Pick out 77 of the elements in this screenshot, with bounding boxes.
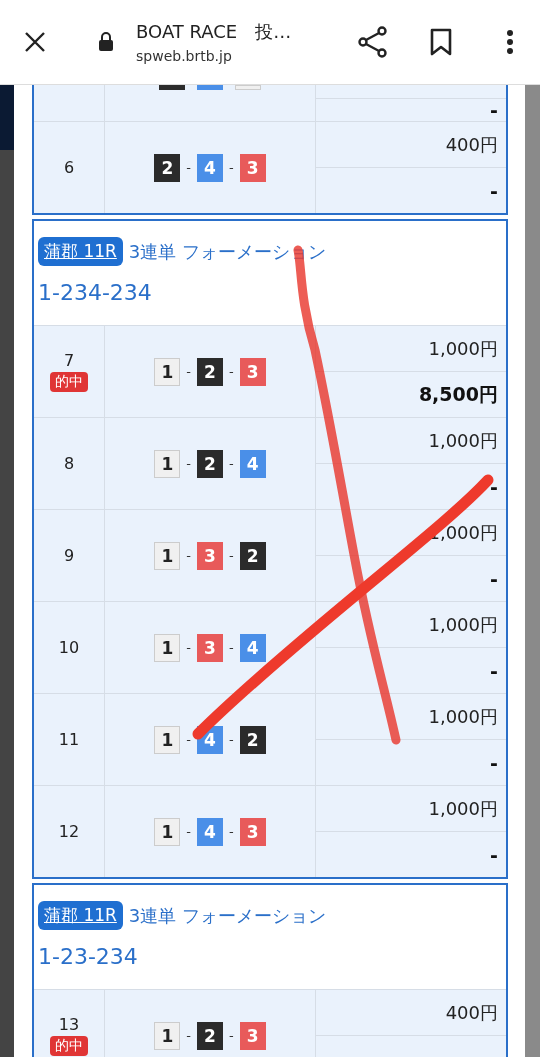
- payout: -: [490, 659, 498, 682]
- boat-number: 3: [239, 817, 266, 846]
- boat-number: 2: [239, 725, 266, 754]
- bet-number: 11: [58, 730, 80, 749]
- payout: -: [490, 99, 498, 121]
- payout: -: [490, 179, 498, 202]
- boat-number: 2: [197, 1021, 223, 1050]
- bet-amount: 1,000円: [428, 428, 498, 453]
- boat-number: 4: [197, 153, 223, 182]
- bet-amount: 400円: [445, 132, 498, 157]
- separator: -: [229, 640, 234, 655]
- separator: -: [186, 732, 191, 747]
- close-icon[interactable]: [24, 31, 46, 53]
- boat-number: 2: [239, 541, 266, 570]
- bet-type: 3連単 フォーメーション: [128, 903, 327, 928]
- boat-number: 1: [154, 541, 181, 570]
- separator: -: [229, 456, 234, 471]
- separator: -: [229, 364, 234, 379]
- bet-number: 8: [63, 454, 75, 473]
- boat-number: 4: [197, 817, 223, 846]
- separator: -: [186, 364, 191, 379]
- combination: 1-23-234: [38, 944, 138, 969]
- bet-number: 13: [58, 1015, 80, 1034]
- separator: -: [186, 824, 191, 839]
- payout: -: [490, 475, 498, 498]
- boat-number: 4: [239, 449, 266, 478]
- boat-number: 2: [154, 153, 181, 182]
- bet-number: 7: [63, 351, 75, 370]
- bookmark-icon[interactable]: [430, 28, 452, 56]
- separator: -: [229, 824, 234, 839]
- boat-number: 3: [239, 153, 266, 182]
- payout: -: [490, 751, 498, 774]
- separator: -: [229, 548, 234, 563]
- venue-link[interactable]: 蒲郡 11R: [38, 901, 123, 930]
- share-icon[interactable]: [358, 26, 388, 58]
- payout: -: [490, 843, 498, 866]
- page-url: spweb.brtb.jp: [136, 48, 233, 64]
- boat-number: 1: [154, 357, 181, 386]
- boat-number: 3: [197, 633, 223, 662]
- separator: -: [186, 456, 191, 471]
- bet-amount: 1,000円: [428, 704, 498, 729]
- separator: -: [229, 1028, 234, 1043]
- bet-number: 6: [63, 158, 75, 177]
- boat-number: 1: [154, 449, 181, 478]
- boat-number: 1: [154, 633, 181, 662]
- bet-number: 12: [58, 822, 80, 841]
- bet-number: 10: [58, 638, 80, 657]
- separator: -: [229, 160, 234, 175]
- boat-number: 3: [239, 357, 266, 386]
- bet-amount: 1,000円: [428, 336, 498, 361]
- combination: 1-234-234: [38, 280, 152, 305]
- bet-amount: 1,000円: [428, 796, 498, 821]
- page-title: BOAT RACE 投…: [136, 20, 292, 44]
- boat-number: 1: [154, 1021, 181, 1050]
- hit-badge: 的中: [50, 1036, 88, 1056]
- bet-number: 9: [63, 546, 75, 565]
- boat-number: 1: [154, 725, 181, 754]
- bet-amount: 1,000円: [428, 612, 498, 637]
- separator: -: [186, 160, 191, 175]
- payout: -: [490, 567, 498, 590]
- lock-icon: [98, 32, 114, 52]
- bet-amount: 400円: [445, 1000, 498, 1025]
- boat-number: 3: [197, 541, 223, 570]
- boat-number: 4: [239, 633, 266, 662]
- hit-badge: 的中: [50, 372, 88, 392]
- boat-number: 2: [197, 357, 223, 386]
- more-icon[interactable]: [506, 29, 514, 55]
- boat-number: 1: [154, 817, 181, 846]
- separator: -: [186, 640, 191, 655]
- payout: 8,500円: [418, 381, 498, 407]
- bet-type: 3連単 フォーメーション: [128, 239, 327, 264]
- boat-number: 2: [197, 449, 223, 478]
- venue-link[interactable]: 蒲郡 11R: [38, 237, 123, 266]
- boat-number: 3: [239, 1021, 266, 1050]
- separator: -: [186, 1028, 191, 1043]
- separator: -: [186, 548, 191, 563]
- separator: -: [229, 732, 234, 747]
